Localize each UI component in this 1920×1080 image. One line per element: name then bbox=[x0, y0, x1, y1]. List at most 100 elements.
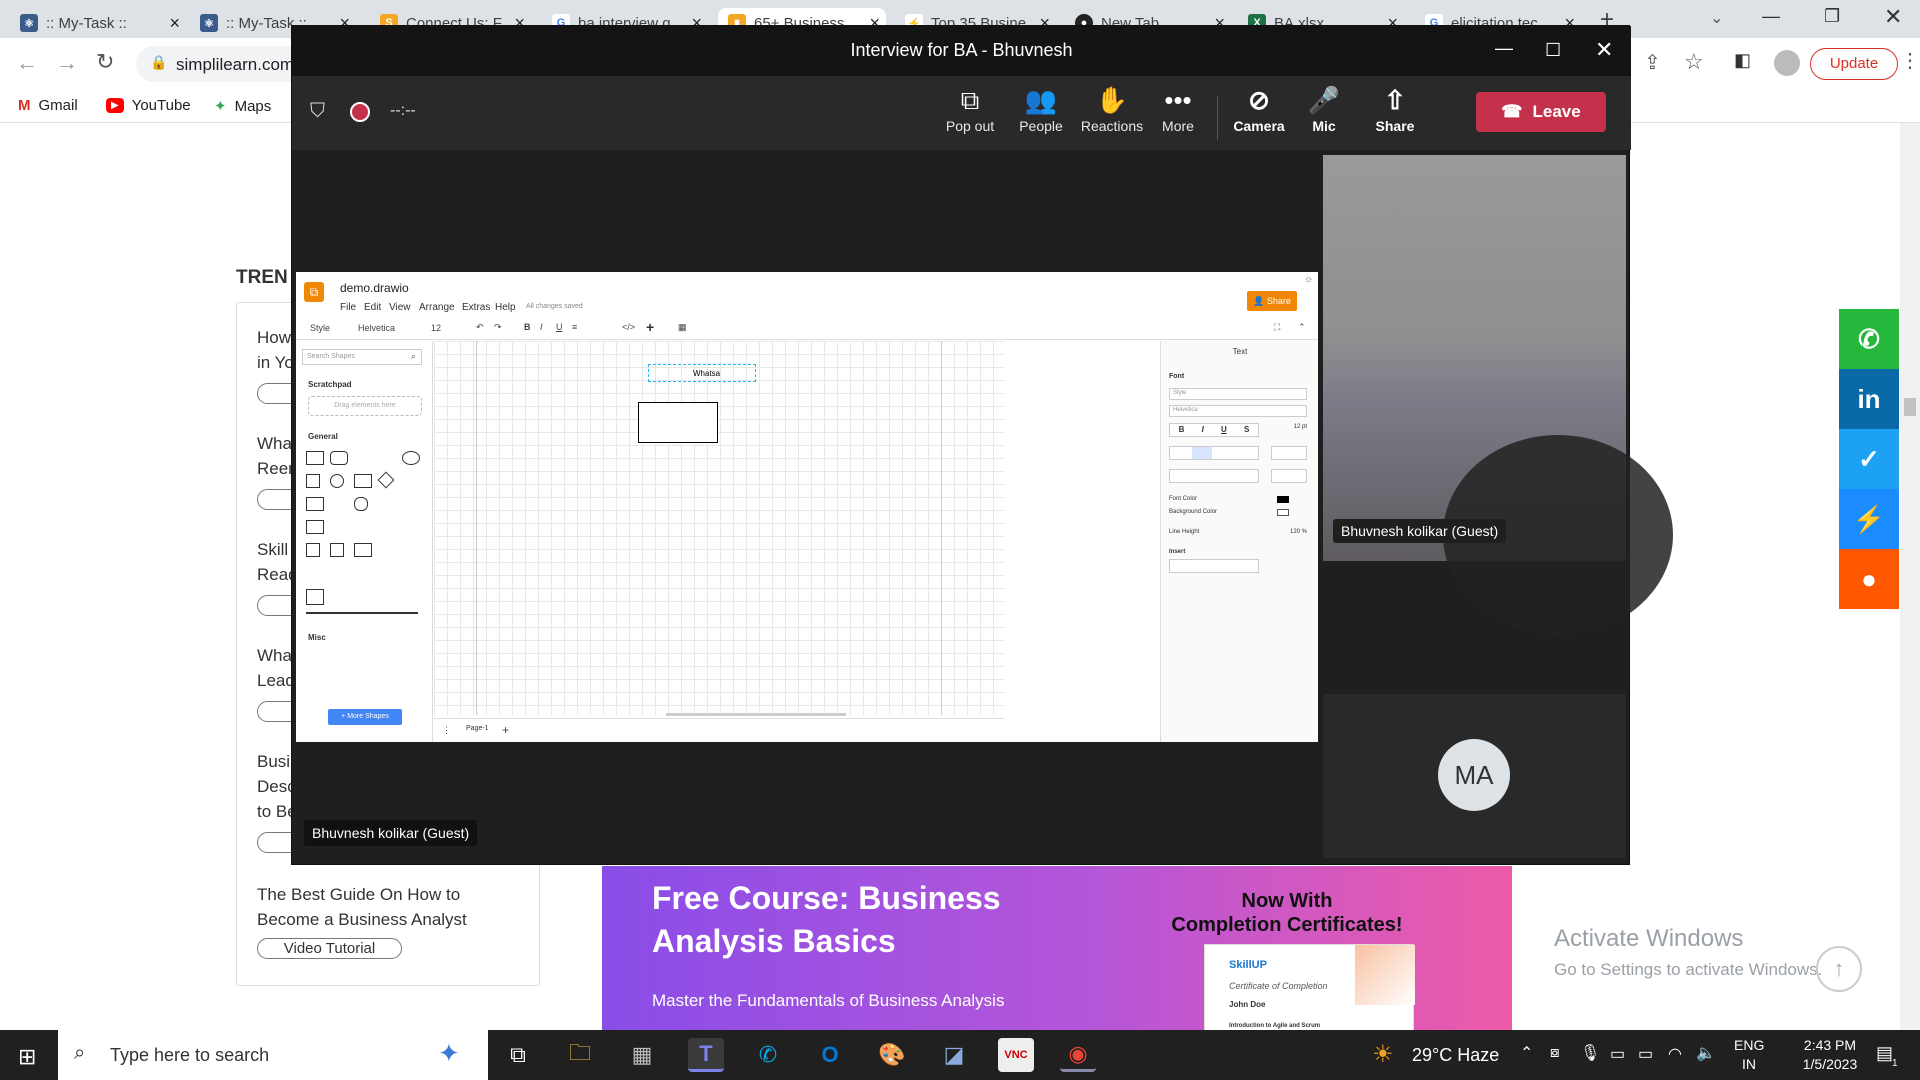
reactions-button[interactable]: ✋ Reactions bbox=[1077, 84, 1147, 134]
notification-icon[interactable]: ▤ bbox=[1876, 1043, 1893, 1064]
profile-icon[interactable] bbox=[1774, 50, 1800, 76]
insert-icon[interactable]: + bbox=[646, 319, 654, 335]
underline-icon[interactable]: U bbox=[556, 322, 563, 332]
course-banner[interactable]: Free Course: Business Analysis Basics Ma… bbox=[602, 866, 1512, 1040]
align-buttons[interactable] bbox=[1169, 446, 1259, 460]
linkedin-share[interactable]: in bbox=[1839, 369, 1899, 429]
windows-start-icon[interactable]: ⊞ bbox=[18, 1044, 36, 1070]
bold-icon[interactable]: B bbox=[1179, 424, 1185, 436]
reddit-share[interactable]: ● bbox=[1839, 549, 1899, 609]
address-bar[interactable]: 🔒 simplilearn.com bbox=[136, 46, 296, 82]
rectangle-shape[interactable] bbox=[306, 451, 324, 465]
rectangle-node[interactable] bbox=[638, 402, 718, 443]
line-shapes[interactable] bbox=[306, 612, 418, 614]
share-button[interactable]: ⇧ Share bbox=[1367, 84, 1423, 134]
pages-menu-icon[interactable]: ⋮ bbox=[442, 725, 451, 736]
rounded-rectangle-shape[interactable] bbox=[330, 451, 348, 465]
chrome-icon[interactable]: ◉ bbox=[1060, 1038, 1096, 1072]
style-select[interactable]: Style bbox=[1169, 388, 1307, 400]
close-window-icon[interactable]: ✕ bbox=[1884, 4, 1902, 30]
scrollbar-thumb[interactable] bbox=[1904, 398, 1916, 416]
table-icon[interactable]: ▦ bbox=[678, 322, 687, 333]
scroll-top-button[interactable]: ↑ bbox=[1816, 946, 1862, 992]
process-shape[interactable] bbox=[354, 474, 372, 488]
drawio-settings-icon[interactable]: ☼ bbox=[1304, 274, 1313, 285]
italic-icon[interactable]: I bbox=[540, 322, 543, 332]
close-icon[interactable]: ✕ bbox=[1595, 26, 1613, 74]
forward-icon[interactable]: → bbox=[56, 50, 78, 76]
clock[interactable]: 2:43 PM 1/5/2023 bbox=[1784, 1036, 1876, 1074]
article-1[interactable]: How in Yo bbox=[257, 325, 294, 375]
menu-file[interactable]: File bbox=[340, 302, 356, 313]
scrollbar[interactable] bbox=[1900, 123, 1920, 1030]
search-shapes-input[interactable]: Search Shapes ⌕ bbox=[302, 349, 422, 365]
mic-tray-icon[interactable]: 🎙 bbox=[1580, 1043, 1600, 1063]
display-icon[interactable]: ▭ bbox=[1610, 1044, 1625, 1064]
square-shape[interactable] bbox=[306, 474, 320, 488]
menu-view[interactable]: View bbox=[389, 302, 411, 313]
drawio-filename[interactable]: demo.drawio bbox=[340, 281, 409, 295]
leave-button[interactable]: ☎ Leave bbox=[1476, 92, 1606, 132]
notes-icon[interactable]: ◪ bbox=[936, 1038, 972, 1072]
misc-header[interactable]: Misc bbox=[308, 633, 326, 642]
tray-chevron-icon[interactable]: ⌃ bbox=[1520, 1043, 1533, 1063]
ellipse-shape[interactable] bbox=[402, 451, 420, 465]
bookmark-star-icon[interactable]: ☆ bbox=[1684, 49, 1704, 75]
skype-icon[interactable]: ✆ bbox=[750, 1038, 786, 1072]
align-center-selected[interactable] bbox=[1192, 447, 1212, 459]
drawing-canvas[interactable]: Whatsa bbox=[434, 341, 1004, 715]
circle-shape[interactable] bbox=[330, 474, 344, 488]
tab-search-icon[interactable]: ⌄ bbox=[1710, 8, 1723, 28]
scratchpad-header[interactable]: Scratchpad bbox=[308, 380, 352, 389]
hexagon-shape[interactable] bbox=[306, 497, 324, 511]
minimize-icon[interactable]: — bbox=[1762, 6, 1780, 27]
meet-now-icon[interactable]: ⧇ bbox=[1550, 1044, 1560, 1061]
people-button[interactable]: 👥 People bbox=[1011, 84, 1071, 134]
tab-1[interactable]: ⚛ :: My-Task :: × bbox=[20, 8, 180, 38]
font-size-input[interactable]: 12 pt bbox=[1271, 424, 1307, 436]
minimize-icon[interactable]: — bbox=[1495, 24, 1513, 72]
callout-shape[interactable] bbox=[354, 543, 372, 557]
whatsapp-share[interactable]: ✆ bbox=[1839, 309, 1899, 369]
container-shape[interactable] bbox=[306, 589, 324, 605]
code-icon[interactable]: </> bbox=[622, 322, 635, 332]
maximize-icon[interactable]: ☐ bbox=[1545, 26, 1561, 74]
undo-icon[interactable]: ↶ bbox=[476, 322, 484, 333]
underline-icon[interactable]: U bbox=[1221, 424, 1227, 436]
background-color-swatch[interactable] bbox=[1277, 509, 1289, 516]
volume-icon[interactable]: 🔈 bbox=[1696, 1043, 1716, 1063]
messenger-share[interactable]: ⚡ bbox=[1839, 489, 1899, 549]
style-dropdown[interactable]: Style bbox=[310, 323, 330, 333]
menu-edit[interactable]: Edit bbox=[364, 302, 381, 313]
outlook-icon[interactable]: O bbox=[812, 1038, 848, 1072]
back-icon[interactable]: ← bbox=[16, 50, 38, 76]
menu-extras[interactable]: Extras bbox=[462, 302, 490, 313]
self-tile[interactable]: MA bbox=[1323, 694, 1626, 858]
teams-icon[interactable]: T bbox=[688, 1038, 724, 1072]
general-header[interactable]: General bbox=[308, 432, 338, 441]
redo-icon[interactable]: ↷ bbox=[494, 322, 502, 333]
battery-icon[interactable]: ▭ bbox=[1638, 1044, 1653, 1064]
side-panel-icon[interactable]: ◧ bbox=[1734, 50, 1751, 71]
menu-help[interactable]: Help bbox=[495, 302, 516, 313]
close-icon[interactable]: × bbox=[169, 13, 180, 34]
drag-drop-zone[interactable]: Drag elements here bbox=[308, 396, 422, 416]
more-button[interactable]: ••• More bbox=[1153, 84, 1203, 134]
task-view-icon[interactable]: ⧉ bbox=[500, 1038, 536, 1072]
mic-button[interactable]: 🎤 Mic bbox=[1299, 84, 1349, 134]
more-shapes-button[interactable]: + More Shapes bbox=[328, 709, 402, 725]
document-shape[interactable] bbox=[306, 543, 320, 557]
fullscreen-icon[interactable]: ⛶ bbox=[1274, 322, 1280, 333]
bookmark-youtube[interactable]: ▶ YouTube bbox=[106, 97, 191, 114]
bookmark-maps[interactable]: ✦ Maps bbox=[214, 97, 271, 116]
bold-icon[interactable]: B bbox=[524, 322, 531, 332]
line-height-input[interactable]: 120 % bbox=[1271, 529, 1307, 535]
strikethrough-icon[interactable]: S bbox=[1244, 424, 1249, 436]
collapse-icon[interactable]: ⌃ bbox=[1298, 322, 1306, 333]
article-6[interactable]: The Best Guide On How to Become a Busines… bbox=[257, 882, 467, 932]
card-shape[interactable] bbox=[330, 543, 344, 557]
menu-arrange[interactable]: Arrange bbox=[419, 302, 455, 313]
language-indicator[interactable]: ENG IN bbox=[1734, 1036, 1764, 1074]
insert-buttons[interactable] bbox=[1169, 559, 1259, 573]
wifi-icon[interactable]: ◠ bbox=[1668, 1044, 1682, 1064]
